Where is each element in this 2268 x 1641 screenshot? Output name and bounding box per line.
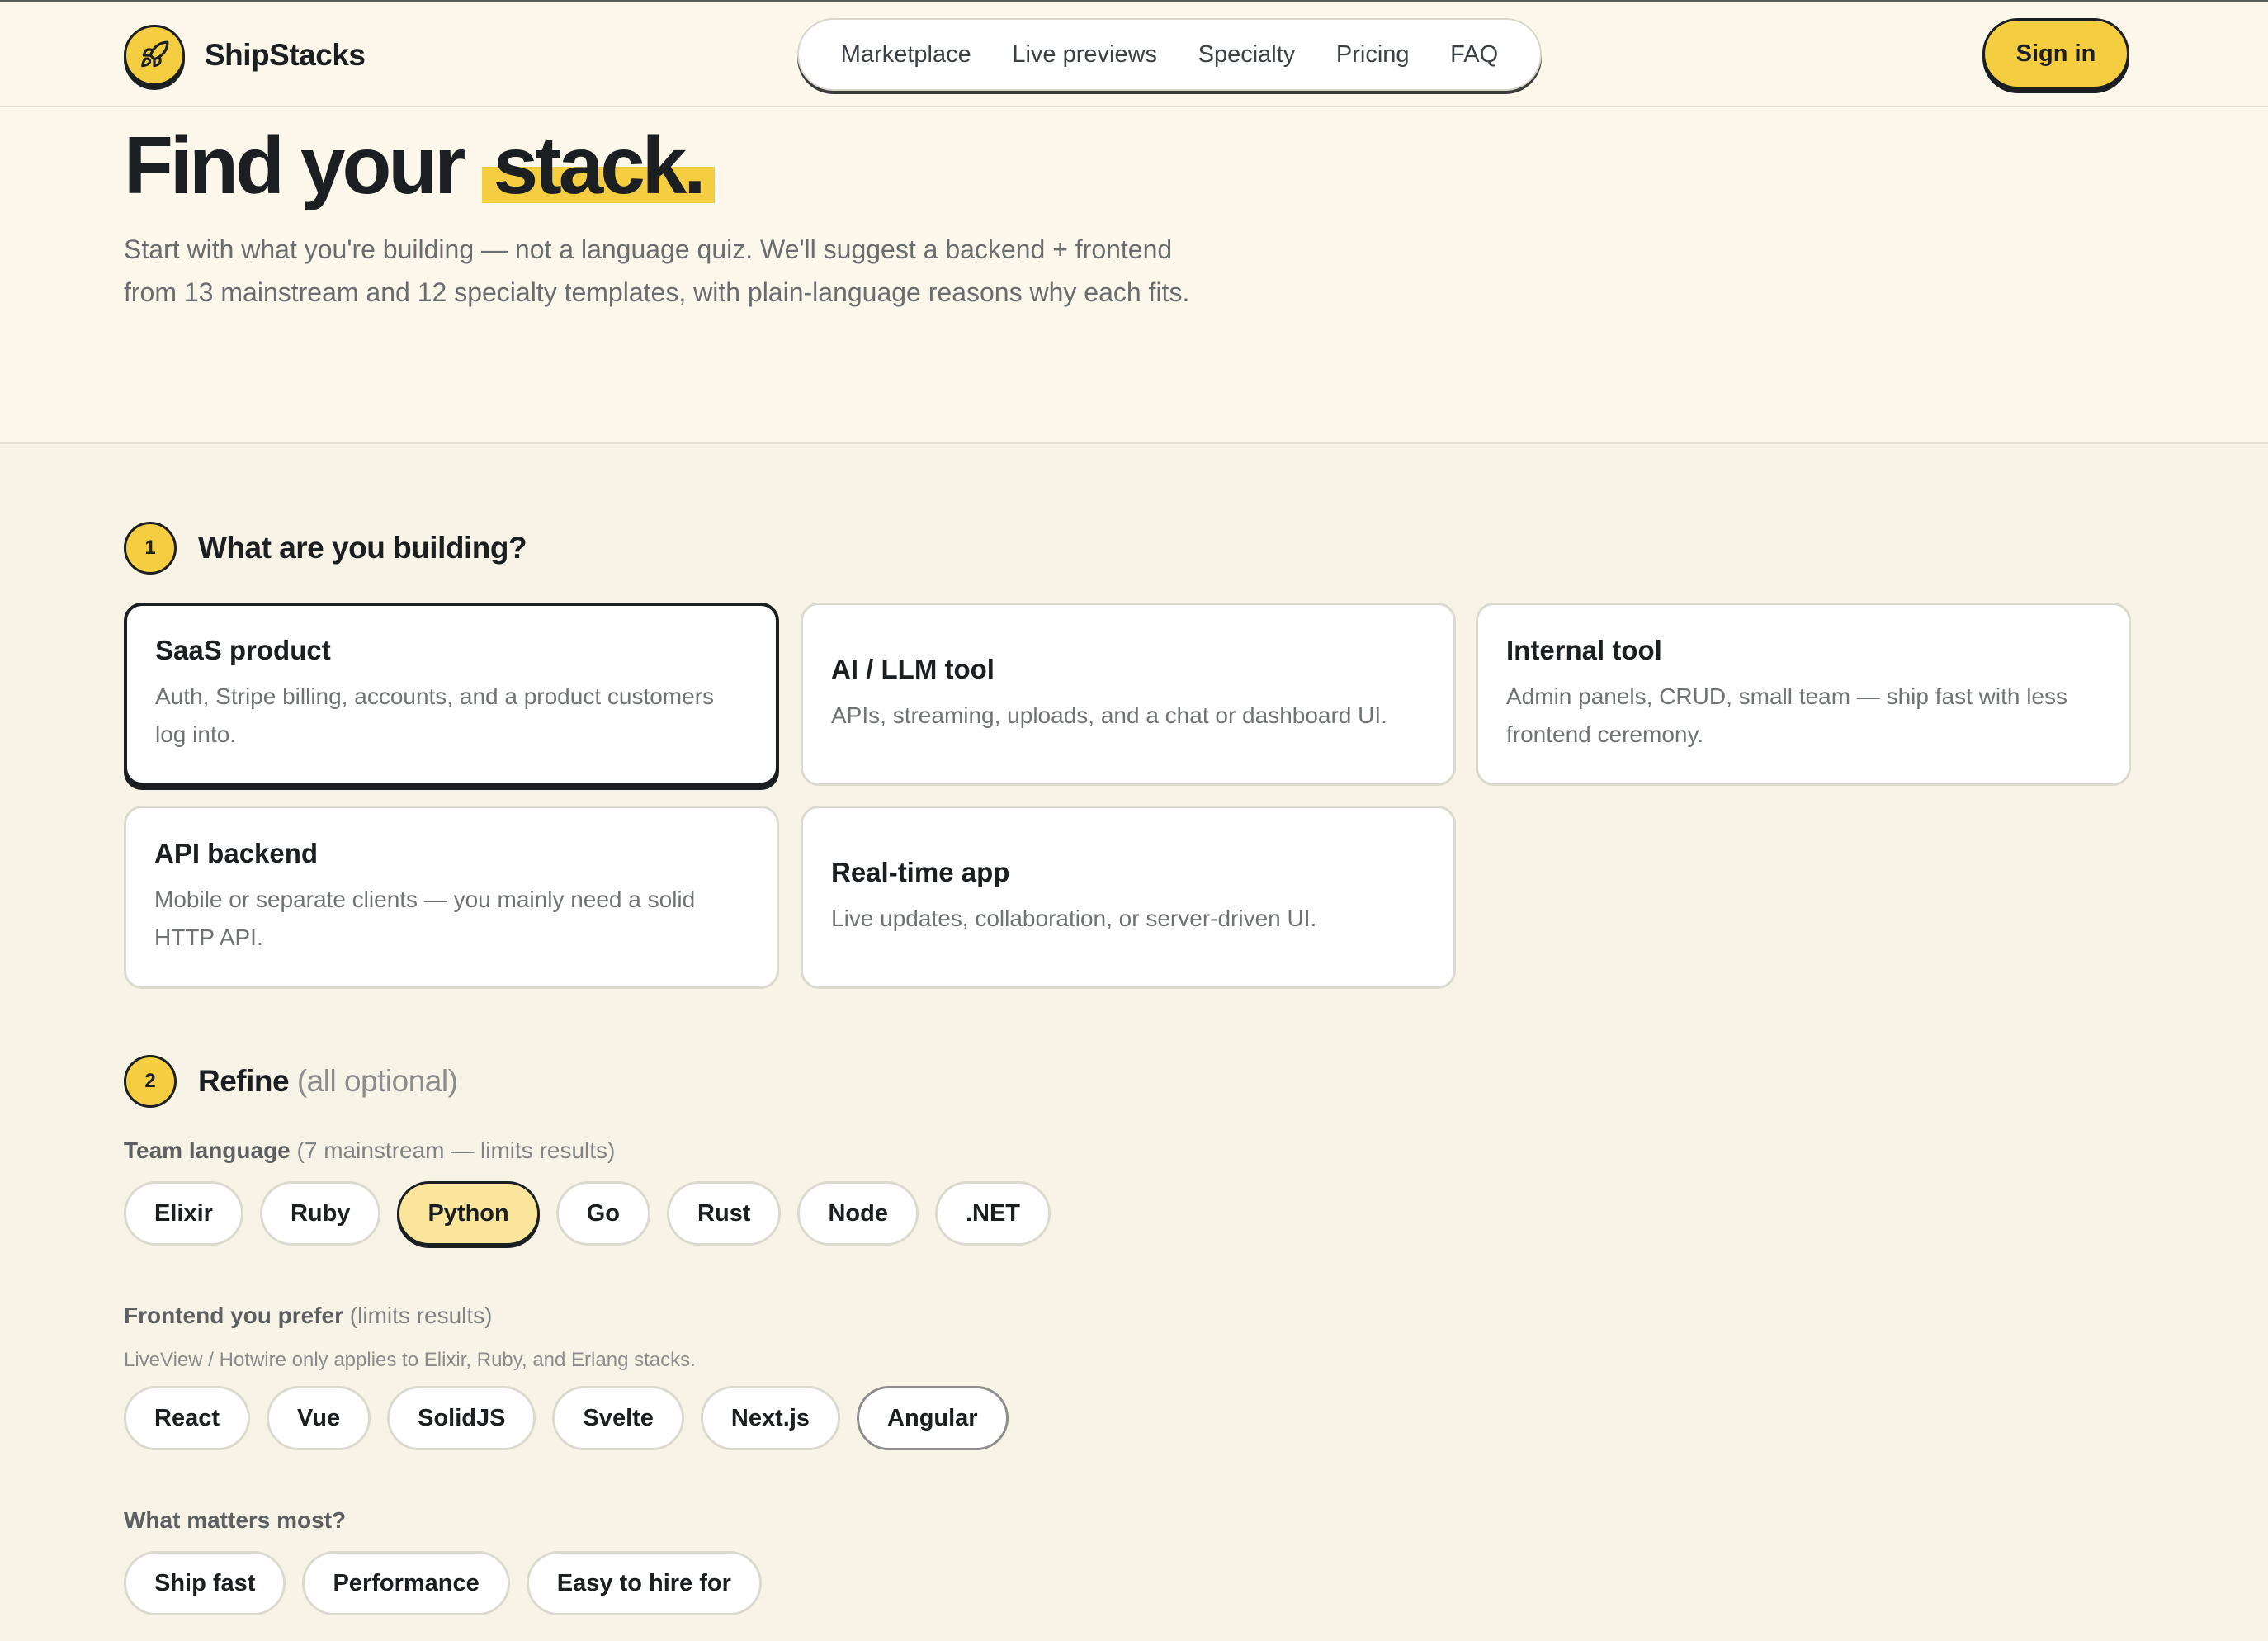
option-card-ai-llm[interactable]: AI / LLM tool APIs, streaming, uploads, … bbox=[801, 603, 1456, 786]
chip-node[interactable]: Node bbox=[797, 1181, 919, 1246]
rocket-icon bbox=[124, 25, 185, 86]
priority-label: What matters most? bbox=[124, 1507, 346, 1534]
hero-section: Find your stack. Start with what you're … bbox=[0, 107, 2268, 444]
step-number-badge: 1 bbox=[124, 522, 177, 575]
option-card-real-time[interactable]: Real-time app Live updates, collaboratio… bbox=[801, 806, 1456, 989]
card-title: SaaS product bbox=[155, 635, 331, 665]
chip-go[interactable]: Go bbox=[555, 1181, 650, 1246]
chip-python[interactable]: Python bbox=[397, 1181, 540, 1246]
filter-label-text: Team language bbox=[124, 1137, 291, 1163]
priority-chips: Ship fast Performance Easy to hire for bbox=[124, 1551, 762, 1615]
team-language-label: Team language (7 mainstream — limits res… bbox=[124, 1137, 615, 1164]
chip-rust[interactable]: Rust bbox=[667, 1181, 782, 1246]
card-description: Auth, Stripe billing, accounts, and a pr… bbox=[155, 683, 715, 747]
filter-label-text: What matters most? bbox=[124, 1507, 347, 1533]
step-title-muted: (all optional) bbox=[296, 1064, 458, 1098]
card-description: Mobile or separate clients — you mainly … bbox=[154, 887, 696, 950]
frontend-note: LiveView / Hotwire only applies to Elixi… bbox=[124, 1349, 696, 1371]
card-title: AI / LLM tool bbox=[831, 654, 995, 684]
filter-label-hint: (7 mainstream — limits results) bbox=[296, 1137, 616, 1163]
nav-link-specialty[interactable]: Specialty bbox=[1198, 41, 1296, 69]
chip-vue[interactable]: Vue bbox=[267, 1386, 371, 1450]
hero-subtitle-line2: from 13 mainstream and 12 specialty temp… bbox=[124, 277, 1190, 307]
card-description: Live updates, collaboration, or server-d… bbox=[831, 906, 1317, 931]
brand-name: ShipStacks bbox=[205, 38, 366, 72]
nav-link-faq[interactable]: FAQ bbox=[1450, 41, 1498, 69]
step-2-header: 2 Refine (all optional) bbox=[124, 1055, 458, 1108]
nav-link-marketplace[interactable]: Marketplace bbox=[841, 41, 971, 69]
hero-title-highlight: stack. bbox=[481, 120, 715, 210]
step-title: What are you building? bbox=[198, 531, 527, 565]
nav-link-pricing[interactable]: Pricing bbox=[1336, 41, 1410, 69]
chip-react[interactable]: React bbox=[124, 1386, 250, 1450]
frontend-label: Frontend you prefer (limits results) bbox=[124, 1303, 492, 1329]
card-title: Internal tool bbox=[1506, 635, 1662, 665]
chip-ship-fast[interactable]: Ship fast bbox=[124, 1551, 286, 1615]
chip-performance[interactable]: Performance bbox=[302, 1551, 510, 1615]
hero-subtitle-line1: Start with what you're building — not a … bbox=[124, 234, 1173, 264]
filter-label-text: Frontend you prefer bbox=[124, 1303, 344, 1328]
step-title: Refine (all optional) bbox=[198, 1064, 458, 1099]
chip-svelte[interactable]: Svelte bbox=[552, 1386, 684, 1450]
sign-in-button[interactable]: Sign in bbox=[1982, 18, 2129, 89]
filter-label-hint: (limits results) bbox=[349, 1303, 493, 1328]
chip-nextjs[interactable]: Next.js bbox=[700, 1386, 841, 1450]
card-description: Admin panels, CRUD, small team — ship fa… bbox=[1506, 683, 2067, 747]
card-description: APIs, streaming, uploads, and a chat or … bbox=[831, 702, 1387, 728]
chip-elixir[interactable]: Elixir bbox=[124, 1181, 243, 1246]
chip-dotnet[interactable]: .NET bbox=[934, 1181, 1051, 1246]
brand-logo[interactable]: ShipStacks bbox=[124, 25, 366, 86]
chip-ruby[interactable]: Ruby bbox=[259, 1181, 381, 1246]
card-title: API backend bbox=[154, 838, 319, 868]
option-card-saas[interactable]: SaaS product Auth, Stripe billing, accou… bbox=[124, 603, 779, 786]
site-header: ShipStacks Marketplace Live previews Spe… bbox=[0, 2, 2268, 107]
step-1-header: 1 What are you building? bbox=[124, 522, 527, 575]
card-title: Real-time app bbox=[831, 857, 1010, 887]
step-title-text: Refine bbox=[198, 1064, 290, 1098]
option-card-internal-tool[interactable]: Internal tool Admin panels, CRUD, small … bbox=[1476, 603, 2131, 786]
chip-solidjs[interactable]: SolidJS bbox=[387, 1386, 536, 1450]
chip-angular[interactable]: Angular bbox=[857, 1386, 1009, 1450]
hero-subtitle: Start with what you're building — not a … bbox=[124, 228, 1296, 314]
hero-title: Find your stack. bbox=[124, 117, 715, 215]
nav-link-live-previews[interactable]: Live previews bbox=[1012, 41, 1157, 69]
team-language-chips: Elixir Ruby Python Go Rust Node .NET bbox=[124, 1181, 1051, 1246]
chip-easy-to-hire[interactable]: Easy to hire for bbox=[526, 1551, 762, 1615]
option-card-api-backend[interactable]: API backend Mobile or separate clients —… bbox=[124, 806, 779, 989]
frontend-chips: React Vue SolidJS Svelte Next.js Angular bbox=[124, 1386, 1009, 1450]
main-nav: Marketplace Live previews Specialty Pric… bbox=[797, 18, 1542, 91]
hero-title-main: Find your bbox=[124, 120, 465, 210]
step-number-badge: 2 bbox=[124, 1055, 177, 1108]
